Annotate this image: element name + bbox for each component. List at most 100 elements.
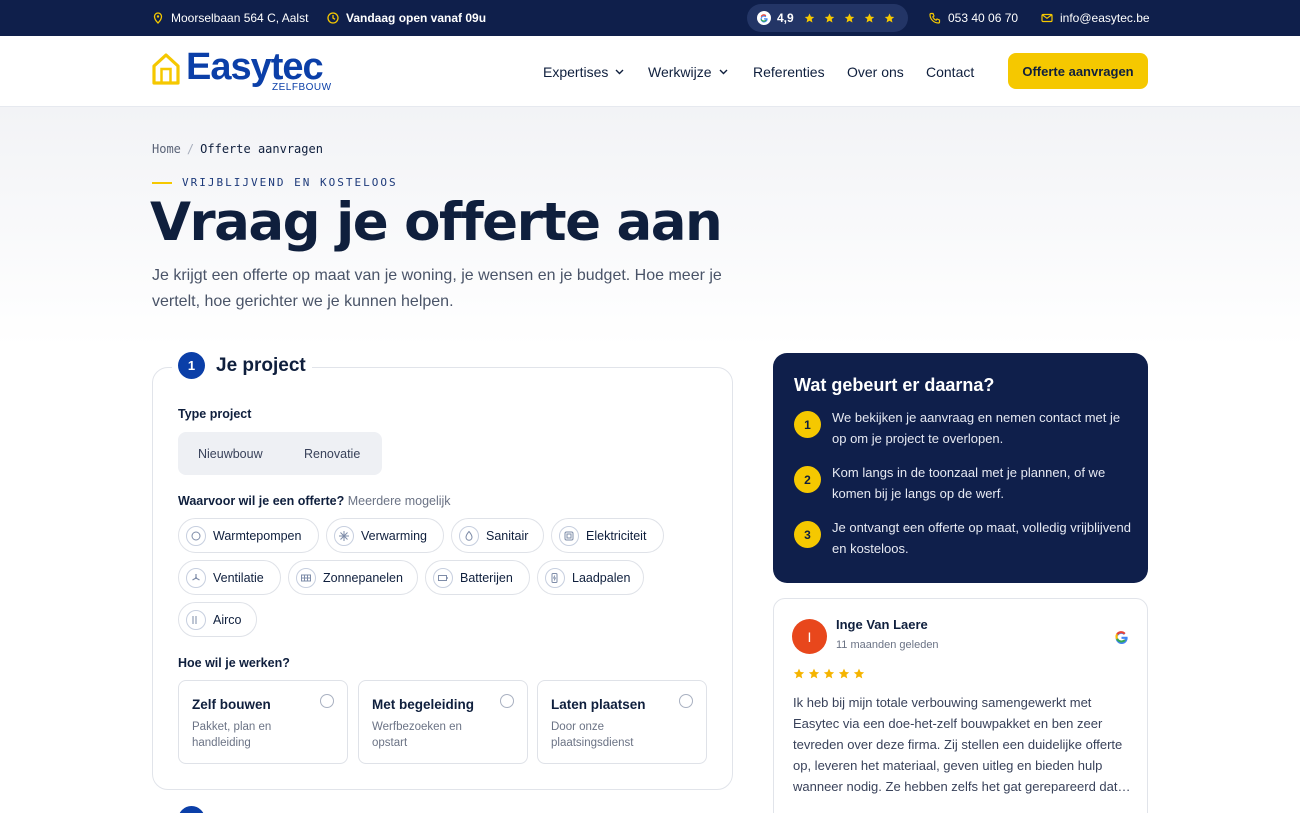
rating-stars: [804, 13, 895, 24]
eyebrow: VRIJBLIJVEND EN KOSTELOOS: [152, 176, 398, 189]
chip-label: Warmtepompen: [213, 528, 302, 543]
page-title: Vraag je offerte aan: [150, 192, 723, 253]
chip-label: Zonnepanelen: [323, 570, 403, 585]
breadcrumb-current: Offerte aanvragen: [200, 142, 323, 156]
toggle-nieuwbouw[interactable]: Nieuwbouw: [198, 432, 263, 475]
chevron-down-icon: [615, 69, 624, 74]
next-step-text: We bekijken je aanvraag en nemen contact…: [832, 410, 1121, 446]
step-title: Je project: [216, 354, 306, 376]
nav-label: Werkwijze: [648, 63, 712, 80]
opening-hours: Vandaag open vanaf 09u: [327, 0, 486, 36]
chip-label: Airco: [213, 612, 242, 627]
top-bar: Moorselbaan 564 C, Aalst Vandaag open va…: [0, 0, 1300, 36]
star-icon: [884, 13, 894, 22]
toggle-renovatie[interactable]: Renovatie: [304, 432, 360, 475]
star-icon: [844, 13, 854, 22]
email-link[interactable]: info@easytec.be: [1041, 0, 1150, 36]
opening-hours-text: Vandaag open vanaf 09u: [346, 11, 487, 25]
google-icon: [757, 11, 771, 25]
logo-subtitle: ZELFBOUW: [272, 82, 332, 93]
house-logo-icon: [152, 53, 180, 85]
ventilation-icon: [186, 567, 206, 588]
star-icon: [853, 668, 865, 679]
chip-label: Ventilatie: [213, 570, 264, 585]
heating-icon: [334, 525, 354, 546]
type-project-toggle: Nieuwbouw Renovatie: [178, 432, 382, 475]
email-text: info@easytec.be: [1060, 11, 1150, 25]
logo[interactable]: Easytec ZELFBOUW: [152, 46, 337, 96]
mode-option-met-begeleiding[interactable]: Met begeleiding Werfbezoeken en opstart: [358, 680, 528, 764]
chip-sanitair[interactable]: Sanitair: [451, 518, 544, 553]
mode-title: Zelf bouwen: [192, 697, 271, 712]
avatar: I: [792, 619, 827, 654]
next-step-number: 2: [794, 466, 821, 493]
chip-zonnepanelen[interactable]: Zonnepanelen: [288, 560, 418, 595]
battery-icon: [433, 567, 453, 588]
nav-expertises[interactable]: Expertises: [543, 36, 624, 107]
mode-title: Laten plaatsen: [551, 697, 646, 712]
lead-text: Je krijgt een offerte op maat van je won…: [152, 267, 722, 310]
address[interactable]: Moorselbaan 564 C, Aalst: [152, 0, 308, 36]
phone-link[interactable]: 053 40 06 70: [929, 0, 1018, 36]
mode-option-laten-plaatsen[interactable]: Laten plaatsen Door onze plaatsingsdiens…: [537, 680, 707, 764]
breadcrumb-home[interactable]: Home: [152, 142, 181, 156]
scope-label-text: Waarvoor wil je een offerte?: [178, 494, 345, 508]
mode-description: Pakket, plan en handleiding: [192, 721, 272, 749]
chip-ventilatie[interactable]: Ventilatie: [178, 560, 281, 595]
next-step-text: Kom langs in de toonzaal met je plannen,…: [832, 465, 1106, 501]
mode-radio[interactable]: [500, 694, 514, 708]
google-icon: [1115, 631, 1128, 644]
chip-laadpalen[interactable]: Laadpalen: [537, 560, 644, 595]
site-header: Easytec ZELFBOUW Expertises Werkwijze Re…: [0, 36, 1300, 107]
eyebrow-line: [152, 181, 172, 184]
rating-value: 4,9: [777, 11, 794, 25]
mode-description: Door onze plaatsingsdienst: [551, 721, 634, 749]
chip-batterijen[interactable]: Batterijen: [425, 560, 530, 595]
scope-label: Waarvoor wil je een offerte? Meerdere mo…: [178, 494, 451, 508]
star-icon: [793, 668, 805, 679]
location-pin-icon: [153, 12, 163, 24]
mode-option-zelf-bouwen[interactable]: Zelf bouwen Pakket, plan en handleiding: [178, 680, 348, 764]
chip-label: Elektriciteit: [586, 528, 647, 543]
nav-label: Expertises: [543, 63, 609, 80]
nav-werkwijze[interactable]: Werkwijze: [648, 36, 728, 107]
next-step-number: [178, 806, 205, 813]
star-icon: [804, 13, 814, 22]
chip-label: Batterijen: [460, 570, 513, 585]
review-date: 11 maanden geleden: [836, 639, 939, 651]
chip-elektriciteit[interactable]: Elektriciteit: [551, 518, 664, 553]
nav-label: Over ons: [847, 63, 904, 80]
nav-label: Referenties: [753, 63, 825, 80]
type-project-label: Type project: [178, 407, 252, 421]
chip-airco[interactable]: Airco: [178, 602, 257, 637]
nav-referenties[interactable]: Referenties: [753, 36, 825, 107]
mode-title: Met begeleiding: [372, 697, 475, 712]
mode-label: Hoe wil je werken?: [178, 656, 290, 670]
next-step-number: 3: [794, 521, 821, 548]
mode-radio[interactable]: [320, 694, 334, 708]
mode-radio[interactable]: [679, 694, 693, 708]
next-steps-panel: Wat gebeurt er daarna? 1 We bekijken je …: [773, 353, 1148, 583]
google-rating[interactable]: 4,9: [747, 4, 908, 32]
water-drop-icon: [459, 525, 479, 546]
chevron-down-icon: [719, 69, 728, 74]
nav-over-ons[interactable]: Over ons: [847, 36, 904, 107]
next-step-number: 1: [794, 411, 821, 438]
next-step-item: 1 We bekijken je aanvraag en nemen conta…: [794, 410, 1132, 449]
chip-label: Verwarming: [361, 528, 427, 543]
chip-verwarming[interactable]: Verwarming: [326, 518, 444, 553]
nav-contact[interactable]: Contact: [926, 36, 974, 107]
offerte-button[interactable]: Offerte aanvragen: [1008, 53, 1148, 89]
airco-icon: [186, 609, 206, 630]
heat-pump-icon: [186, 525, 206, 546]
star-icon: [808, 668, 820, 679]
star-icon: [824, 13, 834, 22]
review-card: I Inge Van Laere 11 maanden geleden Ik h…: [773, 598, 1148, 813]
electricity-icon: [559, 525, 579, 546]
next-step-text: Je ontvangt een offerte op maat, volledi…: [832, 520, 1131, 556]
chip-warmtepompen[interactable]: Warmtepompen: [178, 518, 319, 553]
charging-station-icon: [545, 567, 565, 588]
reviewer-name: Inge Van Laere: [836, 617, 928, 632]
phone-icon: [929, 12, 941, 24]
review-stars: [793, 668, 865, 680]
